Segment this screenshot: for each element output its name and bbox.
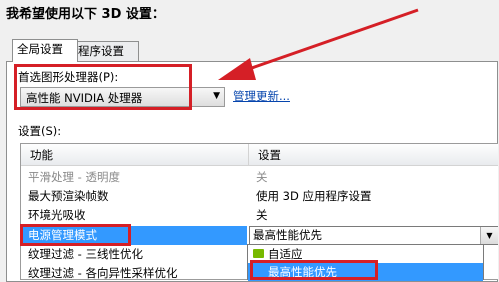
tab-global-settings[interactable]: 全局设置 bbox=[12, 39, 78, 62]
